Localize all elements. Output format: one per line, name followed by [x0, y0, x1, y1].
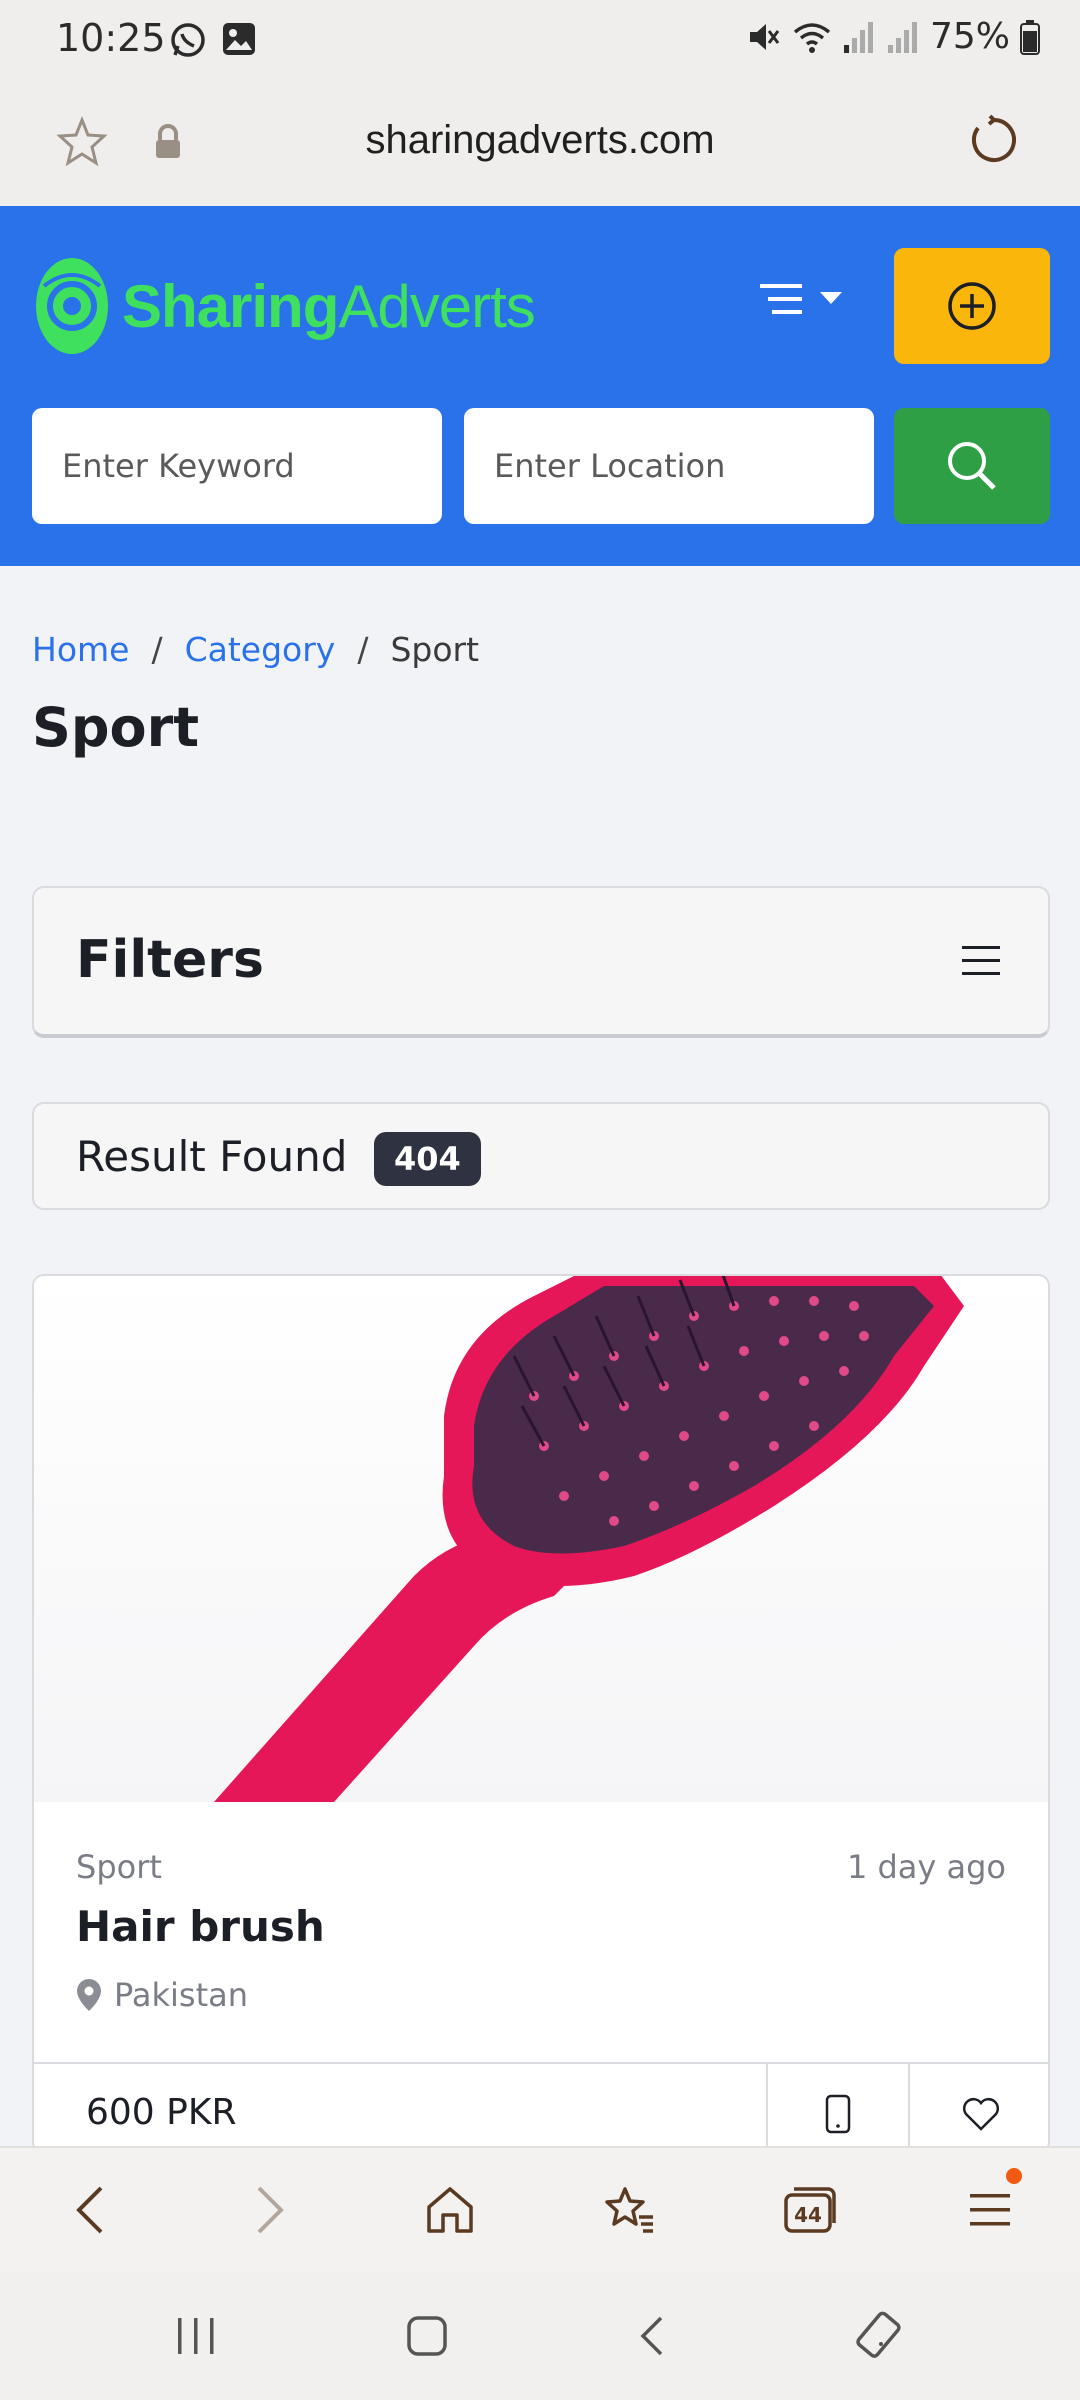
- breadcrumb-home[interactable]: Home: [32, 630, 129, 669]
- home-button[interactable]: [400, 2160, 500, 2260]
- bookmarks-button[interactable]: [580, 2160, 680, 2260]
- back-nav-icon[interactable]: [637, 2314, 667, 2358]
- breadcrumb: Home / Category / Sport: [32, 630, 479, 669]
- forward-arrow-icon: [257, 2186, 284, 2234]
- logo-icon: [36, 258, 108, 354]
- wifi-icon: [793, 22, 831, 53]
- signal-icon-2: [887, 21, 917, 53]
- back-arrow-icon: [76, 2186, 103, 2234]
- breadcrumb-separator: /: [151, 630, 163, 669]
- breadcrumb-current: Sport: [390, 630, 480, 669]
- mute-icon: [749, 23, 780, 50]
- forward-button[interactable]: [220, 2160, 320, 2260]
- result-found-box: Result Found 404: [32, 1102, 1050, 1210]
- ad-posted-time: 1 day ago: [846, 1848, 1006, 1886]
- hair-brush-image: [214, 1276, 964, 1802]
- status-notification-icons: [168, 20, 258, 60]
- menu-icon: [970, 2194, 1010, 2226]
- keyword-input[interactable]: [32, 408, 442, 524]
- call-button[interactable]: [766, 2064, 908, 2152]
- ad-title[interactable]: Hair brush: [76, 1902, 325, 1951]
- url-text[interactable]: sharingadverts.com: [0, 118, 1080, 163]
- signal-icon: [843, 21, 873, 53]
- ad-card-footer: 600 PKR: [34, 2062, 1048, 2152]
- whatsapp-icon: [171, 23, 205, 57]
- ad-category: Sport: [76, 1848, 162, 1886]
- logo-text-adverts: Adverts: [338, 272, 535, 340]
- menu-toggle-button[interactable]: [760, 282, 842, 316]
- map-pin-icon: [77, 1979, 101, 2011]
- browser-menu-button[interactable]: [940, 2160, 1040, 2260]
- ad-card[interactable]: Sport 1 day ago Hair brush Pakistan 600 …: [32, 1274, 1050, 2154]
- phone-icon: [825, 2094, 851, 2134]
- page-title: Sport: [32, 696, 200, 759]
- ad-image[interactable]: [34, 1276, 1048, 1802]
- system-navigation-bar: [0, 2272, 1080, 2400]
- plus-circle-icon: [948, 282, 996, 330]
- heart-icon: [963, 2098, 999, 2131]
- ad-location-text: Pakistan: [114, 1976, 248, 2014]
- ad-location: Pakistan: [76, 1976, 248, 2014]
- browser-url-bar: sharingadverts.com: [0, 78, 1080, 206]
- rotate-screen-icon[interactable]: [854, 2310, 906, 2362]
- result-count-badge: 404: [374, 1132, 481, 1186]
- browser-bottom-nav: 44: [0, 2146, 1080, 2272]
- breadcrumb-separator: /: [357, 630, 369, 669]
- gallery-icon: [223, 23, 255, 55]
- back-button[interactable]: [40, 2160, 140, 2260]
- filters-panel[interactable]: Filters: [32, 886, 1050, 1038]
- tabs-button[interactable]: 44: [760, 2160, 860, 2260]
- search-icon: [948, 442, 996, 490]
- battery-icon: [1020, 19, 1040, 55]
- bookmarks-star-icon: [605, 2187, 653, 2233]
- search-button[interactable]: [894, 408, 1050, 524]
- hamburger-icon[interactable]: [962, 944, 1002, 978]
- recent-apps-icon[interactable]: [174, 2316, 218, 2356]
- site-logo[interactable]: SharingAdverts: [34, 256, 536, 356]
- result-found-label: Result Found: [76, 1132, 348, 1181]
- tabs-icon: 44: [784, 2187, 836, 2233]
- reload-icon[interactable]: [968, 114, 1020, 166]
- favorite-button[interactable]: [908, 2064, 1048, 2152]
- battery-percent: 75%: [929, 16, 1010, 57]
- home-icon: [427, 2187, 473, 2233]
- post-ad-button[interactable]: [894, 248, 1050, 364]
- notification-dot: [1006, 2168, 1022, 2184]
- home-nav-icon[interactable]: [405, 2314, 449, 2358]
- status-bar: 10:25 75%: [0, 0, 1080, 78]
- status-right-group: 75%: [746, 16, 1040, 57]
- caret-down-icon: [820, 292, 842, 304]
- breadcrumb-category[interactable]: Category: [185, 630, 336, 669]
- site-header: SharingAdverts: [0, 206, 1080, 566]
- menu-lines-icon: [760, 284, 802, 314]
- tabs-count: 44: [794, 2203, 822, 2227]
- location-input[interactable]: [464, 408, 874, 524]
- logo-text-sharing: Sharing: [122, 272, 339, 340]
- filters-title: Filters: [76, 930, 264, 990]
- ad-price: 600 PKR: [86, 2092, 237, 2133]
- logo-text: SharingAdverts: [122, 272, 536, 341]
- status-time: 10:25: [56, 16, 166, 60]
